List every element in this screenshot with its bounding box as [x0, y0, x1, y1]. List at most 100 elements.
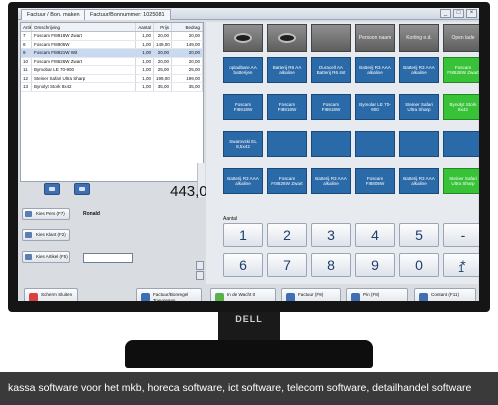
pin-button[interactable]: Pin (F8) [346, 288, 408, 301]
table-row[interactable]: 7 Foscam FI8918W Zwart 1,00 20,00 20,00 [21, 32, 203, 41]
camera-button[interactable] [223, 24, 263, 52]
product-button[interactable]: Batterij R3 AAA alkaline [399, 168, 439, 194]
choose-customer-label: Kies Klant (F2) [36, 232, 66, 237]
empty-product-slot[interactable] [399, 131, 439, 157]
keypad-key[interactable]: 2 [267, 223, 307, 247]
product-button[interactable]: Batterij R3 AAA alkaline [355, 57, 395, 83]
keypad-key[interactable]: 7 [267, 253, 307, 277]
person-name-button[interactable]: Persoon naam [355, 24, 395, 52]
table-row[interactable]: 12 Steiner Safari Ultra Sharp 1,00 199,00 19… [21, 74, 203, 83]
keypad-key[interactable]: 9 [355, 253, 395, 277]
monitor-stand [125, 340, 373, 368]
col-header-description[interactable]: Omschrijving [32, 23, 136, 31]
cell-amount: 20,00 [172, 49, 203, 57]
blank-button[interactable] [311, 24, 351, 52]
close-screen-button[interactable]: Scherm Sluiten [24, 288, 78, 301]
scroll-down-button[interactable] [196, 271, 204, 280]
binoculars-button[interactable] [267, 24, 307, 52]
cell-code: 9 [21, 49, 32, 57]
on-hold-label: In de Wacht 0 [227, 292, 256, 297]
empty-product-slot[interactable] [355, 131, 395, 157]
cell-code: 8 [21, 40, 32, 48]
add-invoice-line-label: Factuur/Bonregel Toevoegen [153, 292, 189, 301]
cell-code: 7 [21, 32, 32, 40]
close-button[interactable]: × [466, 9, 477, 18]
keypad-key[interactable]: 1 [223, 223, 263, 247]
invoice-icon [286, 293, 295, 301]
keypad-key[interactable]: - [443, 223, 479, 247]
invoice-button[interactable]: Factuur (F9) [281, 288, 341, 301]
customer-name: Ronald [83, 211, 100, 217]
product-button[interactable]: Duracell AA Batterij R6 4st [311, 57, 351, 83]
col-header-price[interactable]: Prijs [154, 23, 172, 31]
title-bar: Factuur / Bon. maken Factuur/Bonnummer: … [18, 8, 479, 20]
cell-qty: 1,00 [136, 57, 154, 65]
scroll-up-button[interactable] [196, 261, 204, 270]
product-button[interactable]: Batterij R6 AA alkaline [267, 57, 307, 83]
add-invoice-line-button[interactable]: Factuur/Bonregel Toevoegen [136, 288, 202, 301]
table-row[interactable]: 11 Bymobar LE 70-900 1,00 25,00 25,00 [21, 66, 203, 75]
minimize-button[interactable]: _ [440, 9, 451, 18]
cell-desc: Bynolyt Stork 8x42 [32, 83, 136, 91]
cell-qty: 1,00 [136, 40, 154, 48]
product-button[interactable]: Batterij R3 AAA alkaline [311, 168, 351, 194]
product-button[interactable]: opladbare AA batterijen [223, 57, 263, 83]
open-drawer-button[interactable]: Open lade [443, 24, 479, 52]
keypad-key[interactable]: 3 [311, 223, 351, 247]
cell-qty: 1,00 [136, 66, 154, 74]
maximize-button[interactable]: □ [453, 9, 464, 18]
tab-bonnummer[interactable]: Factuur/Bonnummer: 1025081 [84, 9, 171, 20]
on-hold-button[interactable]: In de Wacht 0 [210, 288, 276, 301]
choose-article-button[interactable]: Kies Artikel (F5) [22, 251, 70, 263]
col-header-code[interactable]: Artikk [21, 23, 32, 31]
product-button[interactable]: Bymolar LE 70-900 [355, 94, 395, 120]
product-button[interactable]: Foscam FI8826W Zwart [267, 168, 307, 194]
keypad-key[interactable]: 5 [399, 223, 439, 247]
product-button[interactable]: Foscam FI8918W [267, 94, 307, 120]
on-hold-icon [215, 293, 224, 301]
cell-price: 149,00 [154, 40, 172, 48]
product-button[interactable]: Foscam FI8626W Zwart [443, 57, 479, 83]
camera-icon [234, 33, 252, 43]
table-row[interactable]: 13 Bynolyt Stork 8x42 1,00 35,00 35,00 [21, 83, 203, 92]
keypad-key[interactable]: 0 [399, 253, 439, 277]
table-row[interactable]: 8 Foscam FI8905W 1,00 149,00 149,00 [21, 40, 203, 49]
keypad-key[interactable]: 4 [355, 223, 395, 247]
choose-person-button[interactable]: Kies Pers (F7) [22, 208, 70, 220]
open-drawer-button-label: Open lade [451, 35, 475, 41]
cell-price: 35,00 [154, 83, 172, 91]
product-button[interactable]: Swarovski EL 8,5x42 [223, 131, 263, 157]
quantity-value: 1 [458, 263, 465, 275]
table-row[interactable]: 10 Foscam FI8626W Zwart 1,00 20,00 20,00 [21, 57, 203, 66]
table-header: Artikk Omschrijving Aantal Prijs Bedrag [21, 23, 203, 32]
article-search-input[interactable] [83, 253, 133, 263]
choose-customer-button[interactable]: Kies Klant (F2) [22, 229, 70, 241]
binoculars-icon [278, 33, 296, 43]
cell-desc: Foscam FI8626W Zwart [32, 57, 136, 65]
invoice-table[interactable]: Artikk Omschrijving Aantal Prijs Bedrag … [20, 22, 205, 197]
cell-desc: Foscam FI8921W Wit [32, 49, 136, 57]
keypad-key[interactable]: 6 [223, 253, 263, 277]
product-button[interactable]: Batterij R3 AAA alkaline [223, 168, 263, 194]
product-button[interactable]: Foscam FI8918W [223, 94, 263, 120]
product-button[interactable]: Steiner Safari Ultra Sharp [399, 94, 439, 120]
table-row[interactable]: 9 Foscam FI8921W Wit 1,00 20,00 20,00 [21, 49, 203, 58]
product-button[interactable]: Batterij R3 AAA alkaline [399, 57, 439, 83]
tab-factuur-maken[interactable]: Factuur / Bon. maken [21, 9, 86, 20]
previous-button[interactable] [44, 183, 60, 195]
cell-amount: 199,00 [172, 74, 203, 82]
product-button[interactable]: Foscam FI8918W [311, 94, 351, 120]
product-button[interactable]: Bynolyt Stork 8x42 [443, 94, 479, 120]
discount-button[interactable]: Korting e.d. [399, 24, 439, 52]
empty-product-slot[interactable] [311, 131, 351, 157]
empty-product-slot[interactable] [443, 131, 479, 157]
product-button[interactable]: Foscam FI8805W [355, 168, 395, 194]
next-button[interactable] [74, 183, 90, 195]
col-header-amount[interactable]: Bedrag [172, 23, 203, 31]
product-button[interactable]: Steiner Safari Ultra Sharp [443, 168, 479, 194]
cash-button[interactable]: Contant (F11) [414, 288, 476, 301]
keypad-key[interactable]: 8 [311, 253, 351, 277]
empty-product-slot[interactable] [267, 131, 307, 157]
col-header-quantity[interactable]: Aantal [136, 23, 154, 31]
person-name-button-label: Persoon naam [358, 35, 392, 41]
